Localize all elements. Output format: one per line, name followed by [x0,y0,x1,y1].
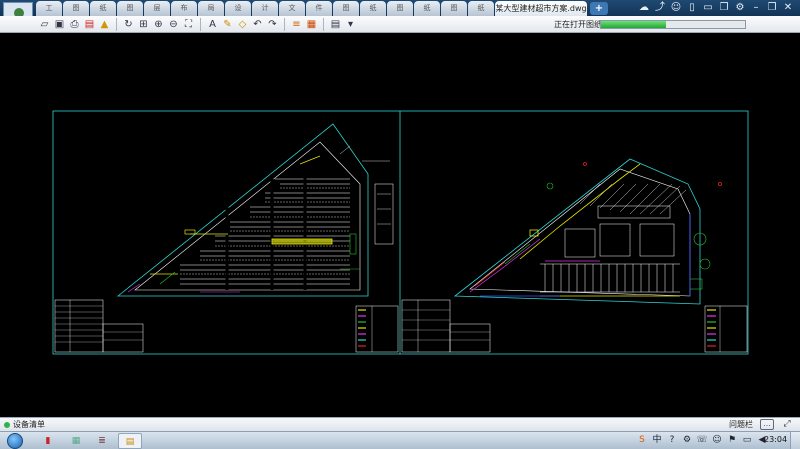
opening-status-text: 正在打开图纸 [554,20,602,29]
lock-icon[interactable]: ▲ [98,18,111,31]
tab-13[interactable]: 图 [387,1,413,16]
tab-active-document[interactable]: 某大型建材超市方案.dwg [495,1,587,16]
restore-icon[interactable]: ❐ [766,2,778,14]
undo-icon[interactable]: ↶ [251,18,264,31]
cloud-icon[interactable]: ☁ [638,2,650,14]
user-icon[interactable]: ☺ [670,2,682,14]
phone-icon[interactable]: ▯ [686,2,698,14]
tray-flag-icon[interactable]: ⚑ [726,434,738,446]
toolbar-icons: ▱ ▣ ⎙ ▤ ▲ ↻ ⊞ ⊕ ⊖ ⛶ A ✎ ◇ ↶ ↷ ≡ ▦ ▤ ▾ [38,18,357,31]
zoom-extents-icon[interactable]: ⊞ [137,18,150,31]
measure-icon[interactable]: ▦ [305,18,318,31]
tab-4[interactable]: 层 [144,1,170,16]
copy-icon[interactable]: ❐ [718,2,730,14]
open-icon[interactable]: ▱ [38,18,51,31]
tray-settings-icon[interactable]: ⚙ [681,434,693,446]
cad-viewer-window: 工图纸图层布局设计文件图纸图纸图纸某大型建材超市方案.dwg + ☁ ⤴ ☺ ▯ … [0,0,800,449]
toolbar: ▱ ▣ ⎙ ▤ ▲ ↻ ⊞ ⊕ ⊖ ⛶ A ✎ ◇ ↶ ↷ ≡ ▦ ▤ ▾ 正在… [0,16,800,33]
device-list-tab[interactable]: 设备清单 [13,419,45,430]
tab-1[interactable]: 图 [63,1,89,16]
tab-bar: 工图纸图层布局设计文件图纸图纸图纸某大型建材超市方案.dwg + ☁ ⤴ ☺ ▯ … [0,0,800,16]
zoom-in-icon[interactable]: ⊕ [152,18,165,31]
start-button[interactable] [2,432,28,449]
redo-icon[interactable]: ↷ [266,18,279,31]
tab-6[interactable]: 局 [198,1,224,16]
pan-icon[interactable]: ⛶ [182,18,195,31]
erase-icon[interactable]: ◇ [236,18,249,31]
tab-0[interactable]: 工 [36,1,62,16]
taskbar-app-1-icon[interactable]: ▮ [36,433,60,449]
tray-help-icon[interactable]: ? [666,434,678,446]
share-icon[interactable]: ⤴ [654,2,666,14]
right-legend-table [704,305,748,353]
ime-icon[interactable]: S [636,434,648,446]
pencil-icon[interactable]: ✎ [221,18,234,31]
middle-legend-table [355,299,491,353]
tab-2[interactable]: 纸 [90,1,116,16]
new-tab-button[interactable]: + [590,2,608,15]
tab-16[interactable]: 纸 [468,1,494,16]
status-indicator-icon [4,422,10,428]
separator [284,18,285,31]
tab-8[interactable]: 计 [252,1,278,16]
taskbar: ▮ ▦ ≣ ▤ S 中 ? ⚙ ☏ ☺ ⚑ ▭ ◀ 23:04 [0,431,800,449]
print-icon[interactable]: ⎙ [68,18,81,31]
taskbar-clock[interactable]: 23:04 [764,435,787,444]
status-bar: 设备清单 问题栏 … ⤢ [0,417,800,431]
export-pdf-icon[interactable]: ▤ [83,18,96,31]
document-tabs: 工图纸图层布局设计文件图纸图纸图纸某大型建材超市方案.dwg + [36,1,608,16]
expand-icon[interactable]: ⤢ [780,419,794,430]
taskbar-app-4-icon[interactable]: ▤ [118,433,142,449]
tray-network-icon[interactable]: ▭ [741,434,753,446]
tab-11[interactable]: 图 [333,1,359,16]
more-icon[interactable]: ▾ [344,18,357,31]
tray-lang-icon[interactable]: 中 [651,434,663,446]
tab-7[interactable]: 设 [225,1,251,16]
issue-panel-button[interactable]: 问题栏 [729,419,753,430]
tab-10[interactable]: 件 [306,1,332,16]
tab-3[interactable]: 图 [117,1,143,16]
comment-icon[interactable]: … [760,419,774,430]
save-icon[interactable]: ▣ [53,18,66,31]
taskbar-app-2-icon[interactable]: ▦ [64,433,88,449]
tab-12[interactable]: 纸 [360,1,386,16]
cad-drawing[interactable] [0,34,800,416]
text-icon[interactable]: A [206,18,219,31]
tab-9[interactable]: 文 [279,1,305,16]
separator [200,18,201,31]
tab-14[interactable]: 纸 [414,1,440,16]
open-progress-bar [600,20,746,29]
show-desktop-button[interactable] [790,432,800,449]
tray-user-icon[interactable]: ☺ [711,434,723,446]
tray-chat-icon[interactable]: ☏ [696,434,708,446]
right-floor-plan [453,158,722,305]
drawing-canvas[interactable] [0,34,800,416]
close-icon[interactable]: ✕ [782,2,794,14]
layers-icon[interactable]: ≡ [290,18,303,31]
layout-icon[interactable]: ▤ [329,18,342,31]
tab-5[interactable]: 布 [171,1,197,16]
zoom-out-icon[interactable]: ⊖ [167,18,180,31]
system-tray: S 中 ? ⚙ ☏ ☺ ⚑ ▭ ◀ [636,434,768,446]
settings-icon[interactable]: ⚙ [734,2,746,14]
separator [323,18,324,31]
progress-fill [601,21,666,28]
tab-15[interactable]: 图 [441,1,467,16]
windows-logo-icon [7,433,23,449]
taskbar-app-3-icon[interactable]: ≣ [90,433,114,449]
system-icons: ☁ ⤴ ☺ ▯ ▭ ❐ ⚙ – ❐ ✕ [638,0,800,16]
left-title-table [54,299,144,353]
chat-icon[interactable]: ▭ [702,2,714,14]
left-floor-plan [116,123,394,297]
sheet-frame [52,110,749,355]
minimize-icon[interactable]: – [750,2,762,14]
separator [116,18,117,31]
rotate-icon[interactable]: ↻ [122,18,135,31]
